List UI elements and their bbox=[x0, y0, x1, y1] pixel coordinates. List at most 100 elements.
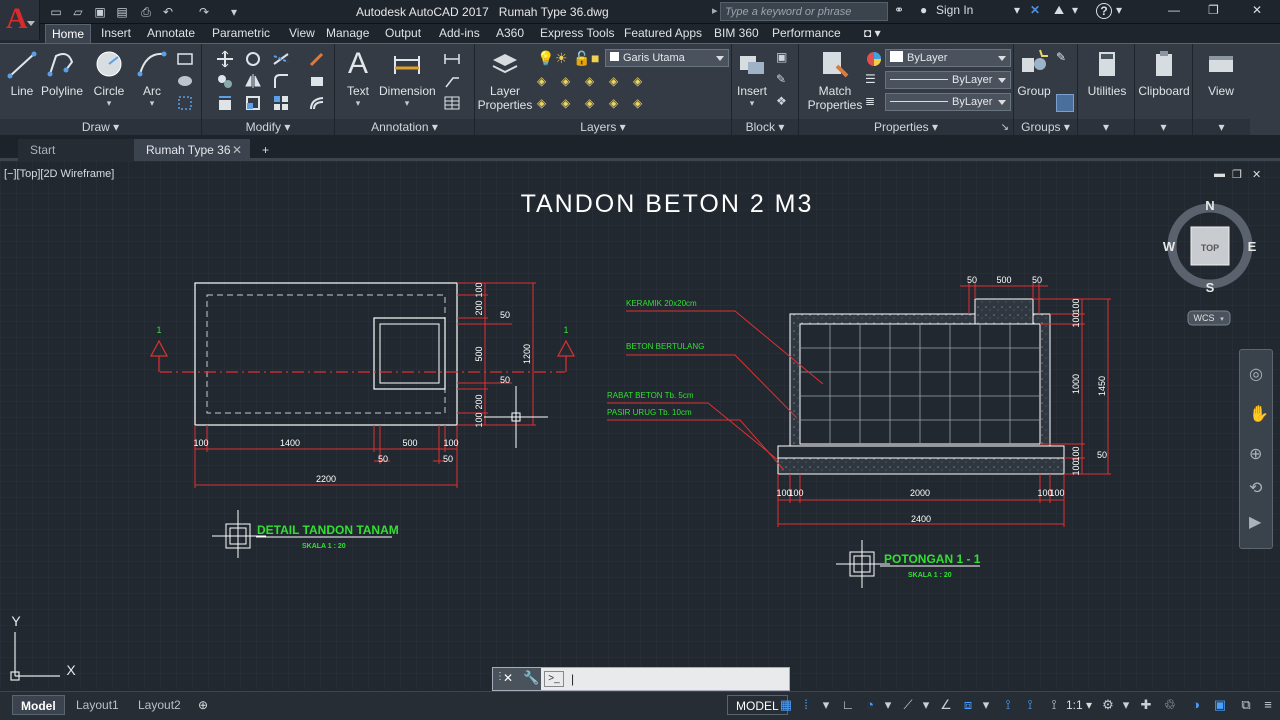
linetype-icon[interactable]: ☰ bbox=[865, 72, 883, 90]
save-as-icon[interactable]: ▤ bbox=[114, 4, 130, 20]
polyline-button[interactable]: Polyline bbox=[40, 48, 84, 98]
mirror-icon[interactable] bbox=[244, 72, 262, 90]
annotation-scale-icon[interactable]: ⟟ bbox=[1046, 697, 1062, 713]
tab-performance[interactable]: Performance bbox=[766, 24, 847, 43]
layer-tool-4-icon[interactable]: ◈ bbox=[609, 74, 627, 92]
add-layout-button[interactable]: ⊕ bbox=[190, 695, 216, 715]
tab-annotate[interactable]: Annotate bbox=[141, 24, 201, 43]
search-input[interactable]: Type a keyword or phrase bbox=[720, 2, 888, 21]
a360-icon[interactable]: ⛰ bbox=[1054, 3, 1064, 18]
customize-icon[interactable]: 🔧 bbox=[523, 670, 539, 686]
annotation-monitor-icon[interactable]: ✚ bbox=[1138, 697, 1154, 713]
viewcube[interactable]: TOP N S E W WCS ▾ bbox=[1158, 194, 1262, 330]
workspace-dropdown-icon[interactable]: ▾ bbox=[1118, 697, 1134, 713]
steering-wheel-icon[interactable]: ◎ bbox=[1249, 364, 1263, 384]
arc-button[interactable]: Arc ▾ bbox=[136, 48, 168, 109]
array-icon[interactable] bbox=[272, 94, 290, 112]
command-line[interactable]: ⋮ ✕ 🔧 >_ | bbox=[492, 667, 790, 691]
tab-view[interactable]: View bbox=[283, 24, 321, 43]
viewport-close-icon[interactable]: ✕ bbox=[1252, 168, 1261, 181]
new-file-icon[interactable]: ▭ bbox=[48, 4, 64, 20]
create-block-icon[interactable]: ▣ bbox=[776, 50, 794, 68]
layer-dropdown[interactable]: Garis Utama bbox=[605, 49, 729, 67]
command-input[interactable]: | bbox=[571, 672, 574, 686]
layer-tool-2-icon[interactable]: ◈ bbox=[561, 74, 579, 92]
boundary-icon[interactable] bbox=[176, 94, 194, 112]
layer-tool-8-icon[interactable]: ◈ bbox=[585, 96, 603, 114]
grid-icon[interactable]: ▦ bbox=[778, 697, 794, 713]
showmotion-icon[interactable]: ▶ bbox=[1249, 512, 1261, 532]
move-icon[interactable] bbox=[216, 50, 234, 68]
viewcube-top-face[interactable]: TOP bbox=[1201, 243, 1219, 253]
block-panel-title[interactable]: Block ▾ bbox=[732, 119, 798, 136]
hatch-icon[interactable] bbox=[176, 72, 194, 90]
units-icon[interactable]: ♲ bbox=[1162, 697, 1178, 713]
hardware-acceleration-icon[interactable]: ▣ bbox=[1212, 697, 1228, 713]
application-menu-button[interactable]: A bbox=[0, 0, 40, 40]
qat-dropdown-icon[interactable]: ▾ bbox=[226, 4, 242, 20]
viewport-controls[interactable]: [−][Top][2D Wireframe] bbox=[4, 168, 114, 180]
annotation-panel-title[interactable]: Annotation ▾ bbox=[335, 119, 474, 136]
layer-thaw-icon[interactable]: ☀ bbox=[555, 50, 573, 68]
isolate-objects-icon[interactable]: ◑ bbox=[1188, 697, 1204, 713]
sign-in-dropdown-icon[interactable]: ▾ bbox=[1014, 3, 1020, 17]
orbit-icon[interactable]: ⟲ bbox=[1249, 478, 1262, 498]
object-snap-dropdown-icon[interactable]: ▾ bbox=[978, 697, 994, 713]
undo-icon[interactable]: ↶ bbox=[160, 4, 176, 20]
close-tab-icon[interactable]: ✕ bbox=[232, 139, 242, 161]
drawing-area[interactable]: TANDON BETON 2 M3 1 1 100 1400 500 100 5… bbox=[0, 161, 1280, 689]
tab-output[interactable]: Output bbox=[379, 24, 427, 43]
auto-scale-icon[interactable]: ⟟ bbox=[1022, 697, 1038, 713]
properties-panel-title[interactable]: Properties ▾ ↘ bbox=[799, 119, 1013, 136]
customization-icon[interactable]: ≡ bbox=[1260, 697, 1276, 713]
polar-dropdown-icon[interactable]: ▾ bbox=[880, 697, 896, 713]
redo-icon[interactable]: ↷ bbox=[196, 4, 212, 20]
workspace-gear-icon[interactable]: ⚙ bbox=[1100, 697, 1116, 713]
rectangle-icon[interactable] bbox=[176, 50, 194, 68]
tab-manage[interactable]: Manage bbox=[320, 24, 375, 43]
explode-icon[interactable] bbox=[308, 72, 326, 90]
compass-s[interactable]: S bbox=[1206, 280, 1215, 295]
pan-icon[interactable]: ✋ bbox=[1249, 404, 1269, 424]
command-prompt-icon[interactable]: >_ bbox=[544, 671, 564, 687]
tab-bim-360[interactable]: BIM 360 bbox=[708, 24, 765, 43]
viewport-restore-icon[interactable]: ❐ bbox=[1232, 168, 1242, 181]
erase-icon[interactable] bbox=[308, 50, 326, 68]
linear-dimension-icon[interactable] bbox=[443, 50, 461, 68]
tab-insert[interactable]: Insert bbox=[95, 24, 137, 43]
close-button[interactable]: ✕ bbox=[1252, 3, 1262, 17]
line-button[interactable]: Line bbox=[6, 48, 38, 98]
copy-icon[interactable] bbox=[216, 72, 234, 90]
binoculars-icon[interactable]: ⚭ bbox=[894, 3, 904, 17]
open-file-icon[interactable]: ▱ bbox=[70, 4, 86, 20]
save-icon[interactable]: ▣ bbox=[92, 4, 108, 20]
viewport-minimize-icon[interactable]: ▬ bbox=[1214, 168, 1225, 180]
layer-tool-7-icon[interactable]: ◈ bbox=[561, 96, 579, 114]
polar-icon[interactable]: ◔ bbox=[862, 697, 878, 713]
offset-icon[interactable] bbox=[308, 94, 326, 112]
groups-panel-title[interactable]: Groups ▾ bbox=[1014, 119, 1077, 136]
stretch-icon[interactable] bbox=[216, 94, 234, 112]
lineweight-icon[interactable]: ≣ bbox=[865, 94, 883, 112]
fillet-icon[interactable] bbox=[272, 72, 290, 90]
isodraft-icon[interactable]: ⟋ bbox=[900, 697, 916, 713]
layer-tool-9-icon[interactable]: ◈ bbox=[609, 96, 627, 114]
layers-panel-title[interactable]: Layers ▾ bbox=[475, 119, 731, 136]
tab-express-tools[interactable]: Express Tools bbox=[534, 24, 620, 43]
ribbon-options-icon[interactable]: ◘ ▾ bbox=[858, 24, 887, 43]
new-tab-button[interactable]: + bbox=[256, 139, 280, 161]
help-icon[interactable]: ? bbox=[1096, 3, 1112, 19]
annotation-visibility-icon[interactable]: ⟟ bbox=[1000, 697, 1016, 713]
tab-model[interactable]: Model bbox=[12, 695, 65, 715]
layer-properties-button[interactable]: Layer Properties bbox=[477, 48, 533, 112]
insert-button[interactable]: Insert ▾ bbox=[734, 48, 770, 109]
lineweight-dropdown[interactable]: ByLayer bbox=[885, 93, 1011, 111]
text-button[interactable]: A Text ▾ bbox=[341, 48, 375, 109]
layer-tool-3-icon[interactable]: ◈ bbox=[585, 74, 603, 92]
attribute-icon[interactable]: ❖ bbox=[776, 94, 794, 112]
circle-button[interactable]: Circle ▾ bbox=[92, 48, 126, 109]
layer-tool-6-icon[interactable]: ◈ bbox=[537, 96, 555, 114]
dimension-button[interactable]: Dimension ▾ bbox=[379, 48, 436, 109]
color-dropdown[interactable]: ByLayer bbox=[885, 49, 1011, 67]
account-dropdown-icon[interactable]: ▾ bbox=[1072, 3, 1078, 17]
